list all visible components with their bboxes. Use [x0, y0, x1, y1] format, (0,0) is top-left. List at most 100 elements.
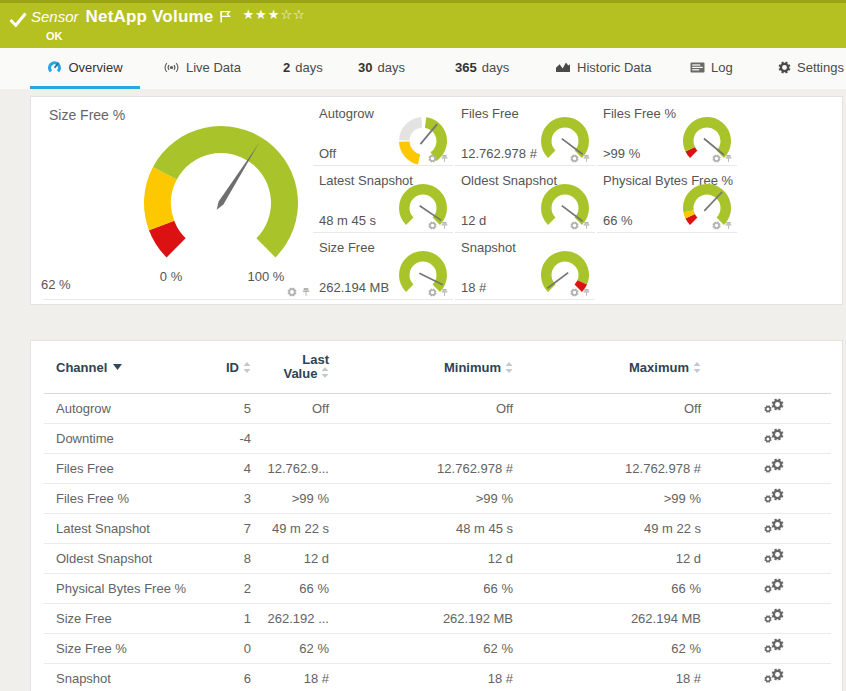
pin-icon[interactable] — [440, 283, 449, 301]
tab-settings[interactable]: Settings — [778, 48, 844, 86]
channel-settings-icon[interactable] — [764, 428, 784, 446]
tab-overview[interactable]: Overview — [30, 48, 140, 86]
gauge-settings-icon[interactable] — [428, 149, 437, 167]
flag-icon[interactable] — [220, 9, 231, 27]
channel-name[interactable]: Latest Snapshot — [44, 521, 194, 536]
gauge-value: 48 m 45 s — [319, 213, 376, 228]
column-header-maximum[interactable]: Maximum — [513, 360, 701, 375]
channel-id: -4 — [194, 431, 251, 446]
channel-settings-icon[interactable] — [764, 398, 784, 416]
channel-name[interactable]: Autogrow — [44, 401, 194, 416]
channel-settings-icon[interactable] — [764, 578, 784, 596]
tab-label: days — [377, 60, 404, 75]
channel-settings-icon[interactable] — [764, 488, 784, 506]
gauge-settings-icon[interactable] — [570, 216, 579, 234]
channel-name[interactable]: Snapshot — [44, 671, 194, 686]
column-header-channel[interactable]: Channel — [44, 360, 194, 375]
tab-30-days[interactable]: 30 days — [358, 48, 405, 86]
channel-settings-icon[interactable] — [764, 548, 784, 566]
gauge-settings-icon[interactable] — [712, 216, 721, 234]
channel-minimum: Off — [329, 401, 513, 416]
channel-settings-icon[interactable] — [764, 518, 784, 536]
gauge-settings-icon[interactable] — [428, 216, 437, 234]
pin-icon[interactable] — [724, 149, 733, 167]
tab-log[interactable]: Log — [690, 48, 733, 86]
pin-icon[interactable] — [724, 216, 733, 234]
tab-number: 30 — [358, 60, 372, 75]
channel-maximum: 62 % — [513, 641, 701, 656]
channel-last-value: 12.762.9... — [251, 461, 329, 476]
channel-name[interactable]: Files Free % — [44, 491, 194, 506]
tab-label: days — [482, 60, 509, 75]
channel-id: 5 — [194, 401, 251, 416]
channel-settings-icon[interactable] — [764, 668, 784, 686]
channel-name[interactable]: Physical Bytes Free % — [44, 581, 194, 596]
channel-minimum: 66 % — [329, 581, 513, 596]
channel-minimum: 18 # — [329, 671, 513, 686]
page-content: Size Free % 0 % 100 % 62 % AutogrowOffFi… — [0, 89, 846, 691]
gauge-value: 18 # — [461, 280, 486, 295]
pin-icon[interactable] — [582, 283, 591, 301]
channel-row-latest-snapshot: Latest Snapshot749 m 22 s48 m 45 s49 m 2… — [44, 514, 831, 544]
channel-name[interactable]: Files Free — [44, 461, 194, 476]
channel-id: 7 — [194, 521, 251, 536]
priority-stars[interactable]: ★★★☆☆ — [242, 7, 305, 22]
tab-historic-data[interactable]: Historic Data — [555, 48, 651, 86]
gauge-cell-files-free-: Files Free % >99 % — [597, 99, 737, 166]
tab-live-data[interactable]: Live Data — [163, 48, 241, 86]
channel-name[interactable]: Size Free — [44, 611, 194, 626]
big-gauge-max-label: 100 % — [244, 269, 288, 284]
gauge-settings-icon[interactable] — [570, 149, 579, 167]
pin-icon[interactable] — [582, 149, 591, 167]
channel-id: 2 — [194, 581, 251, 596]
channel-minimum: 62 % — [329, 641, 513, 656]
sensor-name: NetApp Volume — [86, 7, 214, 27]
channel-id: 0 — [194, 641, 251, 656]
gauge-cell-files-free: Files Free12.762.978 # — [455, 99, 595, 166]
channel-maximum: Off — [513, 401, 701, 416]
pin-icon[interactable] — [440, 149, 449, 167]
tab-365-days[interactable]: 365 days — [455, 48, 509, 86]
channel-name[interactable]: Size Free % — [44, 641, 194, 656]
column-label: Channel — [56, 360, 107, 375]
sensor-type-label: Sensor — [31, 8, 79, 25]
channel-last-value: 62 % — [251, 641, 329, 656]
gauge-cell-latest-snapshot: Latest Snapshot48 m 45 s — [313, 166, 453, 233]
gauge-cell-oldest-snapshot: Oldest Snapshot12 d — [455, 166, 595, 233]
channel-last-value: 18 # — [251, 671, 329, 686]
channel-settings-icon[interactable] — [764, 638, 784, 656]
channel-name[interactable]: Downtime — [44, 431, 194, 446]
channel-row-physical-bytes-free-: Physical Bytes Free %266 %66 %66 % — [44, 574, 831, 604]
column-header-id[interactable]: ID — [194, 360, 251, 375]
channel-maximum: >99 % — [513, 491, 701, 506]
gauge-settings-icon[interactable] — [712, 149, 721, 167]
channel-settings-icon[interactable] — [764, 458, 784, 476]
channel-minimum: 12.762.978 # — [329, 461, 513, 476]
column-label: Minimum — [444, 360, 501, 375]
gauge-settings-icon[interactable] — [570, 283, 579, 301]
gauge-value: >99 % — [603, 146, 640, 161]
tab-label: Historic Data — [577, 60, 651, 75]
gauge-value: 66 % — [603, 213, 633, 228]
channel-id: 6 — [194, 671, 251, 686]
pin-icon[interactable] — [582, 216, 591, 234]
channel-row-files-free: Files Free412.762.9...12.762.978 #12.762… — [44, 454, 831, 484]
channel-minimum: 262.192 MB — [329, 611, 513, 626]
channel-maximum: 49 m 22 s — [513, 521, 701, 536]
channel-last-value: 12 d — [251, 551, 329, 566]
channel-maximum: 12.762.978 # — [513, 461, 701, 476]
channel-row-oldest-snapshot: Oldest Snapshot812 d12 d12 d — [44, 544, 831, 574]
tab-2-days[interactable]: 2days — [283, 48, 323, 86]
channel-last-value: 66 % — [251, 581, 329, 596]
column-header-last-value[interactable]: LastValue — [251, 353, 329, 381]
sensor-status-bar: Sensor NetApp Volume ★★★☆☆ OK — [0, 0, 846, 48]
pin-icon[interactable] — [440, 216, 449, 234]
gauge-settings-icon[interactable] — [428, 283, 437, 301]
channel-name[interactable]: Oldest Snapshot — [44, 551, 194, 566]
tab-number: 365 — [455, 60, 477, 75]
channel-table: Channel IDLastValue Minimum Maximum Autogr… — [30, 340, 843, 691]
gauge-label: Files Free % — [603, 106, 676, 121]
gauge-cell-autogrow: AutogrowOff — [313, 99, 453, 166]
column-header-minimum[interactable]: Minimum — [329, 360, 513, 375]
channel-settings-icon[interactable] — [764, 608, 784, 626]
